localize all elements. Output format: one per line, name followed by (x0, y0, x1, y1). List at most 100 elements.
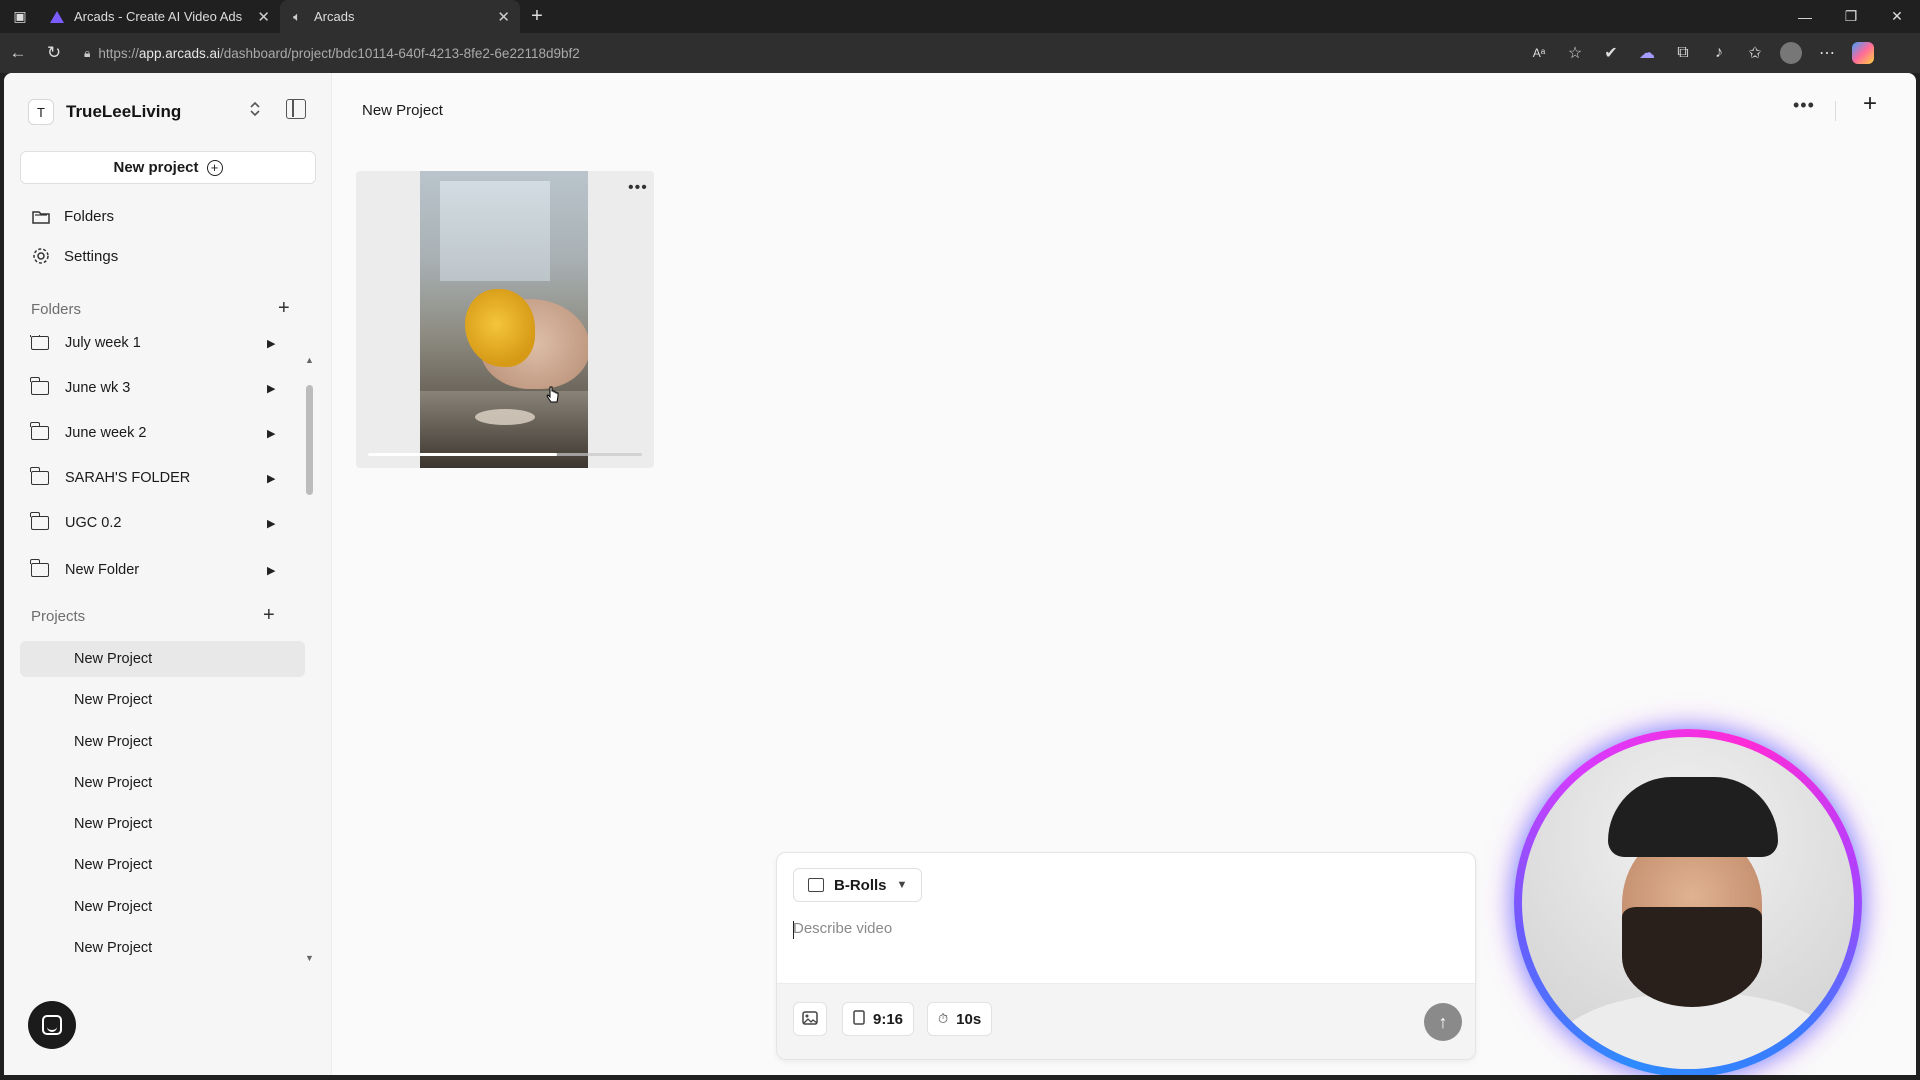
workspace-avatar: T (28, 99, 54, 125)
browser-tab-arcads[interactable]: 🔈︎ Arcads ✕ (280, 0, 520, 33)
close-window-icon[interactable]: ✕ (1874, 0, 1920, 33)
url-domain: app.arcads.ai (138, 45, 220, 61)
close-tab-icon[interactable]: ✕ (257, 8, 270, 26)
url-path: /dashboard/project/bdc10114-640f-4213-8f… (219, 45, 580, 61)
video-thumbnail[interactable] (420, 171, 588, 468)
folder-list: July week 1 ▶ June wk 3 ▶ June week 2 ▶ … (4, 335, 304, 535)
folder-icon (30, 377, 49, 395)
image-upload-button[interactable] (793, 1002, 827, 1036)
expand-arrow-icon[interactable]: ▶ (267, 472, 275, 485)
webcam-person-cap (1608, 777, 1778, 857)
project-item[interactable]: New Project (20, 847, 305, 883)
video-sponge (465, 289, 535, 367)
b-roll-icon (808, 878, 824, 892)
back-icon[interactable]: ← (0, 33, 36, 73)
mode-dropdown[interactable]: B-Rolls ▼ (793, 868, 923, 902)
browser-menu-icon[interactable]: ⋯ (1816, 42, 1838, 64)
browser-tab-arcads-create[interactable]: Arcads - Create AI Video Ads ✕ (40, 0, 280, 33)
app-window: T TrueLeeLiving New project + Folders Se… (4, 73, 1916, 1075)
project-item[interactable]: New Project (20, 930, 305, 966)
window-controls: — ❐ ✕ (1782, 0, 1920, 33)
extension-bell-icon[interactable]: ♪ (1708, 42, 1730, 64)
send-arrow-up-icon[interactable]: ↑ (1424, 1003, 1462, 1041)
chevron-up-down-icon[interactable] (250, 101, 260, 120)
nav-item-label: Settings (64, 247, 119, 265)
nav-item-settings[interactable]: Settings (32, 242, 312, 270)
tab-actions-icon[interactable]: ▣ (0, 0, 40, 33)
workspace-switcher[interactable]: T TrueLeeLiving (28, 97, 308, 127)
copilot-icon[interactable] (1852, 42, 1874, 64)
expand-arrow-icon[interactable]: ▶ (267, 517, 275, 530)
favorite-star-icon[interactable]: ☆ (1564, 42, 1586, 64)
folder-item[interactable]: July week 1 ▶ (30, 335, 281, 357)
nav-item-folders[interactable]: Folders (32, 202, 312, 230)
folder-icon (30, 422, 49, 440)
workspace-name: TrueLeeLiving (66, 102, 182, 121)
folder-item[interactable]: SARAH'S FOLDER ▶ (30, 464, 281, 492)
aspect-ratio-icon (853, 1010, 865, 1028)
more-options-icon[interactable]: ••• (1793, 95, 1815, 116)
add-icon[interactable]: + (1863, 90, 1877, 118)
sidebar-collapse-icon[interactable] (286, 99, 306, 119)
project-item[interactable]: New Project (20, 889, 305, 925)
video-more-options-icon[interactable]: ••• (628, 179, 648, 197)
expand-arrow-icon[interactable]: ▶ (267, 337, 275, 350)
add-project-icon[interactable]: + (263, 604, 275, 627)
extension-check-icon[interactable]: ✔ (1600, 42, 1622, 64)
aspect-ratio-label: 9:16 (873, 1010, 904, 1028)
webcam-overlay (1522, 737, 1854, 1069)
duration-button[interactable]: ⏱︎ 10s (927, 1002, 993, 1036)
scroll-up-arrow-icon[interactable]: ▲ (305, 355, 314, 365)
folder-icon (30, 559, 49, 577)
extensions-puzzle-icon[interactable]: ⧉ (1672, 42, 1694, 64)
project-item[interactable]: New Project (20, 724, 305, 760)
speaker-icon[interactable]: 🔈︎ (290, 9, 304, 24)
support-chat-button[interactable] (28, 1001, 76, 1049)
scroll-down-arrow-icon[interactable]: ▼ (305, 953, 314, 963)
read-aloud-icon[interactable]: Aᵃ (1528, 42, 1550, 64)
folder-item[interactable]: June wk 3 ▶ (30, 374, 281, 402)
aspect-ratio-button[interactable]: 9:16 (842, 1002, 915, 1036)
sidebar-scrollbar-thumb[interactable] (306, 385, 313, 495)
folder-name: June week 2 (65, 425, 147, 441)
project-item[interactable]: New Project (20, 641, 305, 677)
folder-item[interactable]: June week 2 ▶ (30, 419, 281, 447)
folder-icon (30, 335, 49, 350)
folder-icon (30, 512, 49, 530)
new-project-button[interactable]: New project + (20, 151, 316, 184)
new-tab-button[interactable]: + (520, 0, 554, 33)
close-tab-icon[interactable]: ✕ (497, 8, 510, 26)
folder-name: July week 1 (65, 335, 141, 351)
folder-name: UGC 0.2 (65, 515, 122, 531)
project-item[interactable]: New Project (20, 806, 305, 842)
folder-name: New Folder (65, 562, 140, 578)
restore-icon[interactable]: ❐ (1828, 0, 1874, 33)
expand-arrow-icon[interactable]: ▶ (267, 382, 275, 395)
folder-item[interactable]: New Folder ▶ (30, 556, 281, 584)
describe-video-input[interactable] (793, 920, 1453, 937)
folder-icon (32, 207, 50, 225)
expand-arrow-icon[interactable]: ▶ (267, 427, 275, 440)
reload-icon[interactable]: ↻ (36, 33, 72, 73)
folders-heading: Folders (31, 301, 82, 318)
url-prefix: https:// (98, 45, 139, 61)
minimize-icon[interactable]: — (1782, 0, 1828, 33)
add-folder-icon[interactable]: + (278, 297, 290, 320)
folder-name: June wk 3 (65, 380, 131, 396)
profile-avatar-icon[interactable] (1780, 42, 1802, 64)
project-item[interactable]: New Project (20, 682, 305, 718)
nav-item-label: Folders (64, 207, 115, 225)
extension-cloud-icon[interactable]: ☁ (1636, 42, 1658, 64)
url-field[interactable]: 🔒︎ https://app.arcads.ai/dashboard/proje… (78, 38, 1508, 68)
duration-label: 10s (956, 1010, 982, 1028)
video-card[interactable]: ••• (356, 171, 654, 468)
favorites-icon[interactable]: ✩ (1744, 42, 1766, 64)
expand-arrow-icon[interactable]: ▶ (267, 564, 275, 577)
video-progress-bar[interactable] (368, 453, 642, 456)
folder-item[interactable]: UGC 0.2 ▶ (30, 509, 281, 535)
prompt-composer: B-Rolls ▼ 9:16 ⏱︎ 10s ↑ (776, 852, 1476, 1060)
arcads-logo-icon (50, 10, 64, 24)
project-item[interactable]: New Project (20, 765, 305, 801)
prompt-toolbar: 9:16 ⏱︎ 10s ↑ (777, 983, 1475, 1059)
lock-icon[interactable]: 🔒︎ (84, 46, 90, 61)
